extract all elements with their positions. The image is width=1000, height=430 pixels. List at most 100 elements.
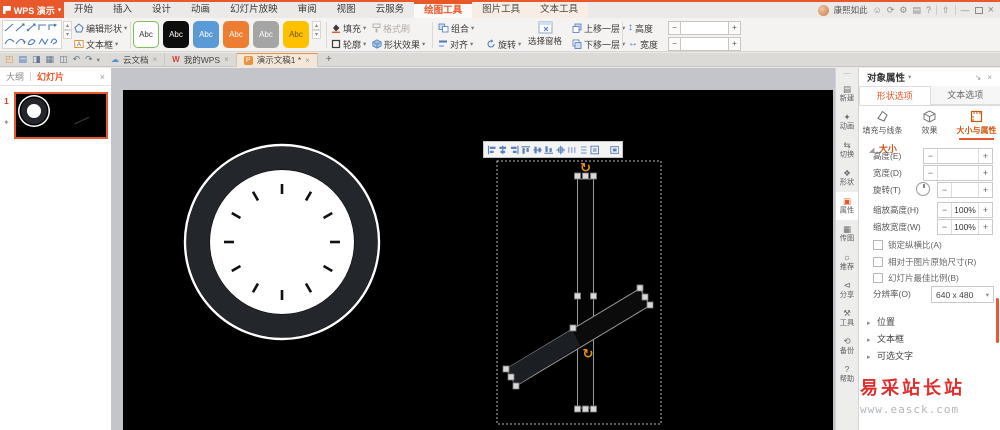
rotation-value[interactable] bbox=[952, 183, 978, 197]
shape-style-swatch-3[interactable]: Abc bbox=[193, 21, 219, 48]
align-bottom-icon[interactable] bbox=[544, 145, 554, 155]
plus-button[interactable]: + bbox=[728, 37, 741, 51]
tab-view[interactable]: 视图 bbox=[327, 2, 366, 18]
rail-item-help[interactable]: ? 帮助 bbox=[836, 360, 858, 388]
equal-size-icon[interactable] bbox=[590, 145, 600, 155]
minimize-icon[interactable]: — bbox=[961, 5, 970, 16]
minus-button[interactable]: − bbox=[924, 166, 938, 180]
rail-item-backup[interactable]: ⟲ 备份 bbox=[836, 332, 858, 360]
close-icon[interactable]: × bbox=[988, 4, 994, 16]
subtab-fill-line[interactable]: 填充与线条 bbox=[859, 106, 906, 140]
spinner-down-icon[interactable]: ▾ bbox=[312, 30, 321, 39]
minus-button[interactable]: − bbox=[668, 21, 681, 35]
rail-item-transition[interactable]: ⇆ 切换 bbox=[836, 136, 858, 164]
edit-shape-button[interactable]: 编辑形状 ▾ bbox=[74, 21, 127, 35]
alt-text-section[interactable]: ▸ 可选文字 bbox=[867, 349, 913, 362]
scale-height-stepper[interactable]: − 100% + bbox=[937, 202, 993, 218]
new-tab-button[interactable]: + bbox=[326, 54, 332, 65]
outline-button[interactable]: 轮廓 ▾ bbox=[331, 37, 366, 51]
editing-canvas[interactable]: ↻ ↻ bbox=[112, 68, 835, 430]
rail-item-tools[interactable]: ⚒ 工具 bbox=[836, 304, 858, 332]
send-backward-button[interactable]: 下移一层 ▾ bbox=[572, 37, 625, 51]
rotation-stepper[interactable]: − + bbox=[937, 182, 993, 198]
rotation-dial[interactable] bbox=[916, 182, 930, 196]
user-name[interactable]: 康熙如此 bbox=[834, 4, 868, 16]
lock-aspect-ratio-row[interactable]: 锁定纵横比(A) bbox=[873, 238, 993, 252]
width-value[interactable] bbox=[938, 166, 978, 180]
rotation-handle-minute[interactable]: ↻ bbox=[580, 160, 591, 175]
line-shape-gallery[interactable] bbox=[2, 20, 62, 49]
export-icon[interactable]: ◨ bbox=[32, 53, 41, 66]
minus-button[interactable]: − bbox=[938, 220, 952, 234]
plus-button[interactable]: + bbox=[728, 21, 741, 35]
best-scale-for-slideshow-row[interactable]: 幻灯片最佳比例(B) bbox=[873, 271, 993, 285]
position-section[interactable]: ▸ 位置 bbox=[867, 315, 895, 328]
spinner-up-icon[interactable]: ▴ bbox=[63, 21, 72, 30]
undo-icon[interactable]: ↶ bbox=[73, 53, 81, 66]
print-preview-icon[interactable]: ◫ bbox=[59, 53, 68, 66]
minus-button[interactable]: − bbox=[938, 183, 952, 197]
group-button[interactable]: 组合 ▾ bbox=[438, 21, 474, 35]
width-stepper[interactable]: − + bbox=[668, 37, 741, 51]
tab-text-options[interactable]: 文本选项 bbox=[930, 86, 1000, 105]
close-tab-icon[interactable]: × bbox=[152, 55, 157, 64]
doc-tab-mywps[interactable]: W 我的WPS × bbox=[165, 52, 237, 67]
resolution-select[interactable]: 640 x 480 ▾ bbox=[931, 286, 994, 303]
open-folder-icon[interactable]: ◰ bbox=[5, 53, 14, 66]
panel-expand-icon[interactable]: ↘ bbox=[975, 73, 982, 82]
save-icon[interactable]: ▤ bbox=[19, 53, 28, 66]
plus-button[interactable]: + bbox=[978, 220, 992, 234]
scale-width-stepper[interactable]: − 100% + bbox=[937, 219, 993, 235]
style-gallery-spinner[interactable]: ▴ ▾ bbox=[312, 21, 321, 39]
rotation-handle-hour[interactable]: ↻ bbox=[583, 346, 594, 361]
rail-item-new[interactable]: ▤ 新建 bbox=[836, 80, 858, 108]
settings-gear-icon[interactable]: ⚙ bbox=[899, 5, 907, 16]
spinner-down-icon[interactable]: ▾ bbox=[63, 30, 72, 39]
scale-height-value[interactable]: 100% bbox=[952, 203, 978, 217]
minus-button[interactable]: − bbox=[938, 203, 952, 217]
wps-logo[interactable]: WPS 演示 ▾ bbox=[0, 2, 64, 18]
tab-outline[interactable]: 大纲 bbox=[6, 70, 24, 83]
tab-insert[interactable]: 插入 bbox=[103, 2, 142, 18]
checkbox[interactable] bbox=[873, 257, 883, 267]
text-box-section[interactable]: ▸ 文本框 bbox=[867, 332, 904, 345]
subtab-effects[interactable]: 效果 bbox=[906, 106, 953, 140]
shape-style-swatch-5[interactable]: Abc bbox=[253, 21, 279, 48]
restore-icon[interactable] bbox=[974, 6, 983, 14]
tab-design[interactable]: 设计 bbox=[142, 2, 181, 18]
minus-button[interactable]: − bbox=[924, 149, 938, 163]
height-stepper[interactable]: − + bbox=[668, 21, 741, 35]
relative-to-slide-icon[interactable] bbox=[609, 145, 619, 155]
distribute-horizontal-icon[interactable] bbox=[567, 145, 576, 155]
help-icon[interactable]: ? bbox=[926, 5, 931, 16]
tab-home[interactable]: 开始 bbox=[64, 2, 103, 18]
width-input[interactable] bbox=[681, 37, 728, 51]
shape-style-swatch-6[interactable]: Abc bbox=[283, 21, 309, 48]
close-tab-icon[interactable]: × bbox=[305, 56, 310, 65]
text-box-button[interactable]: A 文本框 ▾ bbox=[74, 37, 118, 51]
tab-slideshow[interactable]: 幻灯片放映 bbox=[220, 2, 288, 18]
rail-item-properties[interactable]: ▣ 属性 bbox=[836, 192, 858, 220]
relative-to-original-size-row[interactable]: 相对于图片原始尺寸(R) bbox=[873, 255, 993, 269]
rotate-button[interactable]: 旋转 ▾ bbox=[486, 37, 521, 51]
close-tab-icon[interactable]: × bbox=[224, 55, 229, 64]
height-stepper[interactable]: − + bbox=[923, 148, 993, 164]
align-center-icon[interactable] bbox=[498, 145, 507, 155]
sync-icon[interactable]: ⟳ bbox=[887, 5, 895, 16]
align-left-icon[interactable] bbox=[487, 145, 496, 155]
checkbox[interactable] bbox=[873, 273, 883, 283]
gallery-spinner[interactable]: ▴ ▾ bbox=[63, 21, 72, 39]
plus-button[interactable]: + bbox=[978, 149, 992, 163]
quick-access-dropdown-icon[interactable]: ▾ bbox=[97, 56, 100, 64]
plus-button[interactable]: + bbox=[978, 183, 992, 197]
close-icon[interactable]: × bbox=[100, 72, 105, 82]
rail-collapse-handle[interactable]: — bbox=[836, 68, 858, 80]
doc-tab-clouddocs[interactable]: ☁ 云文档 × bbox=[104, 52, 166, 67]
avatar[interactable] bbox=[817, 4, 829, 16]
subtab-size-properties[interactable]: 大小与属性 bbox=[953, 106, 1000, 140]
distribute-vertical-icon[interactable] bbox=[579, 145, 588, 155]
center-on-slide-icon[interactable] bbox=[556, 145, 565, 155]
rail-item-shapes[interactable]: ❖ 形状 bbox=[836, 164, 858, 192]
tab-drawing-tools[interactable]: 绘图工具 bbox=[414, 2, 473, 18]
doc-tab-presentation1[interactable]: P 演示文稿1 * × bbox=[236, 52, 318, 67]
